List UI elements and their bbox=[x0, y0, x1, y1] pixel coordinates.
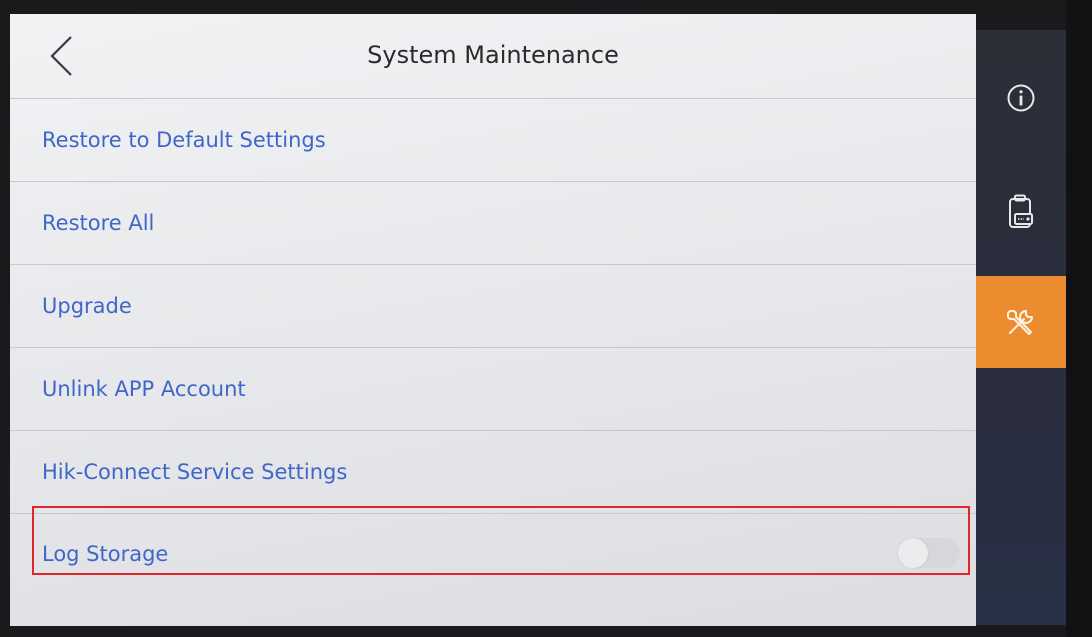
highlight-box bbox=[32, 506, 970, 575]
sidebar-item-maintenance[interactable] bbox=[976, 276, 1066, 368]
menu-item-label: Hik-Connect Service Settings bbox=[42, 460, 348, 484]
info-icon bbox=[1007, 84, 1035, 112]
header-bar: System Maintenance bbox=[10, 14, 976, 99]
page-title: System Maintenance bbox=[367, 41, 619, 69]
menu-item-label: Unlink APP Account bbox=[42, 377, 246, 401]
device-icon bbox=[1009, 194, 1033, 228]
sidebar bbox=[976, 30, 1066, 625]
menu-item-unlink-app-account[interactable]: Unlink APP Account bbox=[10, 348, 976, 431]
menu-item-upgrade[interactable]: Upgrade bbox=[10, 265, 976, 348]
sidebar-item-device[interactable] bbox=[976, 166, 1066, 258]
menu-item-hik-connect-settings[interactable]: Hik-Connect Service Settings bbox=[10, 431, 976, 514]
menu-item-label: Restore to Default Settings bbox=[42, 128, 326, 152]
menu-item-restore-all[interactable]: Restore All bbox=[10, 182, 976, 265]
menu-item-label: Upgrade bbox=[42, 294, 132, 318]
tools-icon bbox=[1007, 310, 1033, 335]
menu-item-restore-default[interactable]: Restore to Default Settings bbox=[10, 99, 976, 182]
sidebar-item-info[interactable] bbox=[976, 52, 1066, 144]
menu-item-label: Restore All bbox=[42, 211, 155, 235]
device-bezel bbox=[1066, 0, 1092, 637]
